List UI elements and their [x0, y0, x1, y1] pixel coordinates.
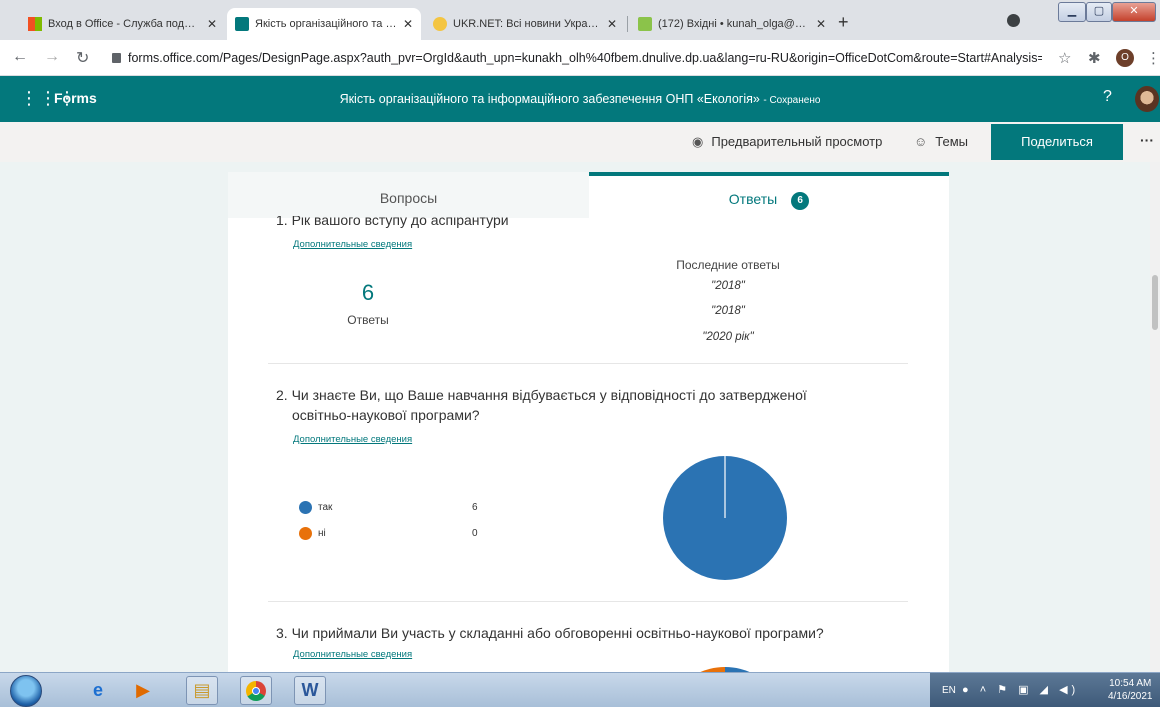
question-1-responses-count: 6 [361, 280, 375, 305]
form-tabs: Вопросы Ответы 6 [228, 172, 949, 220]
office-favicon-icon [28, 17, 42, 31]
themes-label: Темы [935, 134, 969, 149]
save-status: - Сохранено [763, 95, 821, 106]
question-2-pie-chart [663, 456, 787, 580]
back-icon[interactable]: ← [12, 48, 28, 66]
close-tab-icon[interactable]: ✕ [403, 17, 413, 31]
language-indicator[interactable]: EN [942, 685, 956, 696]
question-1-more-info-link[interactable]: Дополнительные сведения [293, 239, 412, 250]
themes-button[interactable]: ☺ Темы [914, 134, 968, 149]
preview-label: Предварительный просмотр [711, 134, 883, 149]
legend-dot-no [299, 527, 312, 540]
question-2-more-info-link[interactable]: Дополнительные сведения [293, 434, 412, 445]
new-tab-icon[interactable]: + [838, 12, 849, 33]
browser-tab-office-login[interactable]: Вход в Office - Служба поддерж ✕ [20, 8, 225, 40]
question-1-responses-label: Ответы [347, 313, 389, 327]
answers-count-badge: 6 [791, 192, 810, 210]
browser-tab-mail[interactable]: (172) Вхідні • kunah_olga@ukr.n ✕ [630, 8, 834, 40]
recent-response: "2018" [711, 305, 745, 317]
close-tab-icon[interactable]: ✕ [607, 17, 617, 31]
profile-indicator-icon [1007, 14, 1020, 27]
question-2-title: 2. Чи знаєте Ви, що Ваше навчання відбув… [276, 385, 807, 425]
close-tab-icon[interactable]: ✕ [207, 17, 217, 31]
internet-explorer-icon[interactable]: e [82, 676, 114, 705]
extensions-icon[interactable]: ✱ [1088, 49, 1101, 67]
question-1-title-text: 1. Рік вашого вступу до аспірантури [276, 216, 509, 228]
command-bar: ◉ Предварительный просмотр ☺ Темы Поделить… [0, 122, 1160, 162]
legend-dot-yes [299, 501, 312, 514]
forms-header: ⋮⋮⋮ Forms Якість організаційного та інфо… [0, 76, 1160, 122]
close-tab-icon[interactable]: ✕ [816, 17, 826, 31]
question-3-more-info-link[interactable]: Дополнительные сведения [293, 649, 412, 660]
legend-count-yes: 6 [472, 502, 478, 513]
tab-title: (172) Вхідні • kunah_olga@ukr.n [658, 18, 810, 30]
more-options-button[interactable]: ··· [1140, 132, 1154, 148]
recent-response: "2020 рік" [702, 331, 754, 343]
tab-answers[interactable]: Ответы 6 [589, 172, 949, 220]
minimize-icon[interactable]: ▁ [1058, 2, 1086, 22]
scrollbar-thumb[interactable] [1152, 275, 1158, 330]
tab-questions[interactable]: Вопросы [228, 172, 589, 218]
eye-icon: ◉ [692, 134, 704, 149]
question-3-pie-chart [700, 666, 750, 672]
bookmark-star-icon[interactable]: ☆ [1058, 49, 1071, 67]
forms-favicon-icon [235, 17, 249, 31]
clock-date: 4/16/2021 [1108, 691, 1153, 702]
question-1-title: 1. Рік вашого вступу до аспірантури [276, 216, 509, 230]
close-window-icon[interactable]: ✕ [1112, 2, 1156, 22]
tray-icons[interactable]: ● ˄ ⚑ ▣ ◢ ◀) [962, 683, 1079, 696]
tab-answers-label: Ответы [728, 191, 778, 207]
question-2-title-line2: освітньо-наукової програми? [292, 407, 480, 423]
word-icon[interactable]: W [294, 676, 326, 705]
palette-icon: ☺ [914, 134, 928, 149]
responses-card: Вопросы Ответы 6 1. Рік вашого вступу до … [228, 172, 949, 672]
scrollbar[interactable] [1150, 162, 1160, 672]
clock-time: 10:54 AM [1109, 678, 1152, 689]
windows-taskbar: e ▶ ▤ W EN ● ˄ ⚑ ▣ ◢ ◀) 10:54 AM 4/16/20… [0, 672, 1160, 707]
clock[interactable]: 10:54 AM 4/16/2021 [1108, 677, 1153, 703]
browser-tab-strip: Вход в Office - Служба поддерж ✕ Якість … [0, 0, 1160, 40]
browser-menu-icon[interactable]: ⋮ [1146, 49, 1160, 67]
address-bar[interactable]: forms.office.com/Pages/DesignPage.aspx?a… [112, 47, 1042, 69]
browser-tab-forms[interactable]: Якість організаційного та інфор ✕ [227, 8, 421, 40]
chrome-icon [246, 680, 266, 701]
legend-label-no: ні [318, 528, 326, 539]
user-avatar[interactable] [1135, 86, 1159, 112]
chrome-taskbar-icon[interactable] [240, 676, 272, 705]
system-tray: EN ● ˄ ⚑ ▣ ◢ ◀) 10:54 AM 4/16/2021 [930, 673, 1160, 707]
legend-label-yes: так [318, 502, 333, 513]
recent-responses-title: Последние ответы [676, 258, 780, 272]
recent-response: "2018" [711, 280, 745, 292]
form-title[interactable]: Якість організаційного та інформаційного… [340, 92, 760, 106]
ukrnet-favicon-icon [433, 17, 447, 31]
question-divider [268, 363, 908, 364]
media-player-icon[interactable]: ▶ [127, 676, 159, 705]
browser-tab-ukrnet[interactable]: UKR.NET: Всі новини України, ос ✕ [425, 8, 625, 40]
maximize-icon[interactable]: ▢ [1086, 2, 1112, 22]
file-explorer-icon[interactable]: ▤ [186, 676, 218, 705]
lock-icon [112, 53, 121, 63]
reload-icon[interactable]: ↻ [76, 48, 89, 68]
start-button[interactable] [10, 675, 42, 707]
share-button[interactable]: Поделиться [991, 124, 1123, 160]
tab-separator [627, 16, 628, 32]
question-2-title-line1: 2. Чи знаєте Ви, що Ваше навчання відбув… [276, 387, 807, 403]
form-title-bar: Якість організаційного та інформаційного… [0, 92, 1160, 106]
preview-button[interactable]: ◉ Предварительный просмотр [692, 134, 882, 150]
browser-toolbar: ← → ↻ forms.office.com/Pages/DesignPage.… [0, 40, 1160, 76]
help-button[interactable]: ? [1103, 88, 1112, 106]
forward-icon[interactable]: → [44, 48, 60, 66]
question-divider [268, 601, 908, 602]
legend-count-no: 0 [472, 528, 478, 539]
tab-title: UKR.NET: Всі новини України, ос [453, 18, 601, 30]
question-3-title: 3. Чи приймали Ви участь у складанні або… [276, 625, 824, 641]
mail-favicon-icon [638, 17, 652, 31]
tab-title: Якість організаційного та інфор [255, 18, 397, 30]
tab-title: Вход в Office - Служба поддерж [48, 18, 201, 30]
url-text: forms.office.com/Pages/DesignPage.aspx?a… [128, 51, 1042, 65]
profile-avatar[interactable]: O [1116, 49, 1134, 67]
